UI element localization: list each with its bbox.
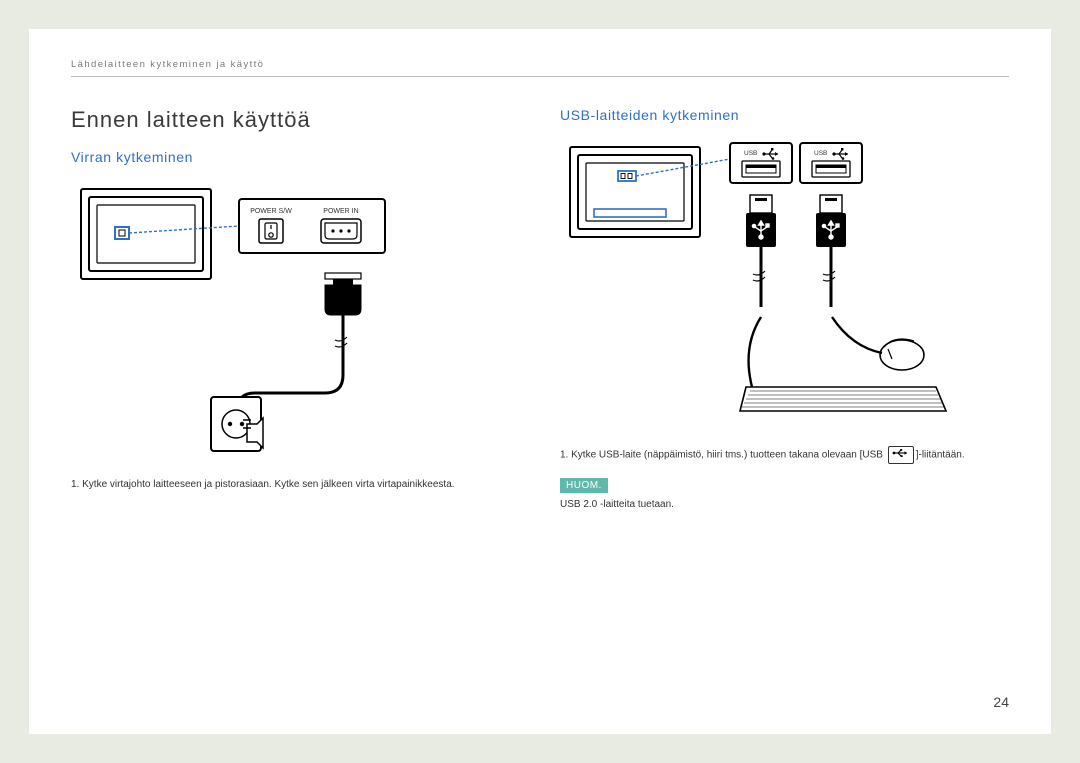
- usb-label-1: USB: [744, 150, 757, 157]
- mouse-icon: [832, 317, 924, 370]
- power-connection-diagram: POWER S/W POWER IN: [71, 179, 520, 464]
- note-text: USB 2.0 -laitteita tuetaan.: [560, 499, 1009, 510]
- breadcrumb: Lähdelaitteen kytkeminen ja käyttö: [71, 59, 1009, 70]
- page-title: Ennen laitteen käyttöä: [71, 107, 520, 133]
- section-heading-power: Virran kytkeminen: [71, 149, 520, 165]
- list-number: 1.: [71, 479, 82, 490]
- power-panel-icon: POWER S/W POWER IN: [239, 199, 385, 253]
- usb-connection-diagram: USB: [560, 137, 1009, 432]
- power-sw-label: POWER S/W: [250, 208, 292, 215]
- page-number: 24: [993, 694, 1009, 710]
- power-step-text: 1. Kytke virtajohto laitteeseen ja pisto…: [71, 478, 520, 492]
- note-badge: HUOM.: [560, 478, 608, 493]
- right-column: USB-laitteiden kytkeminen: [560, 107, 1009, 510]
- monitor-back-icon: [81, 189, 211, 279]
- list-number: 1.: [560, 449, 571, 460]
- usb-trident-inline-icon: [888, 446, 914, 464]
- usb-label-2: USB: [814, 150, 827, 157]
- power-in-label: POWER IN: [323, 208, 358, 215]
- usb-port-panel-icon: USB: [730, 143, 862, 183]
- usb-step-text: 1. Kytke USB-laite (näppäimistö, hiiri t…: [560, 446, 1009, 464]
- usb-plug-icon: [746, 195, 846, 307]
- monitor-back-icon: [570, 147, 700, 237]
- two-column-layout: Ennen laitteen käyttöä Virran kytkeminen: [71, 107, 1009, 510]
- left-column: Ennen laitteen käyttöä Virran kytkeminen: [71, 107, 520, 510]
- header-divider: [71, 76, 1009, 77]
- section-heading-usb: USB-laitteiden kytkeminen: [560, 107, 1009, 123]
- wall-outlet-icon: [211, 397, 263, 451]
- manual-page: Lähdelaitteen kytkeminen ja käyttö Ennen…: [29, 29, 1051, 734]
